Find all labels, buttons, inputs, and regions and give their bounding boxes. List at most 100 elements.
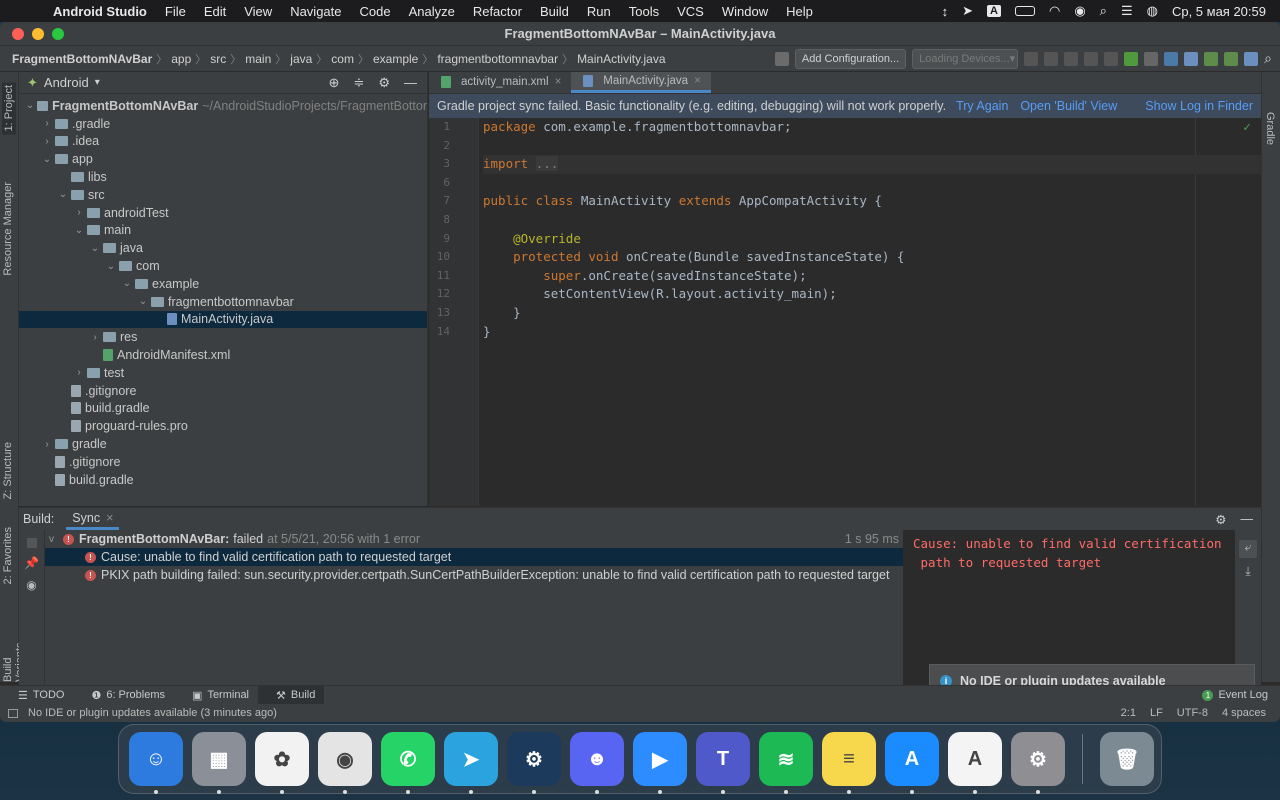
build-error-row[interactable]: ! Cause: unable to find valid certificat… xyxy=(45,548,903,566)
line-number-gutter[interactable]: 1 2 3 6 7 8 9 10 11 12 13 14 xyxy=(429,118,479,506)
dock-trash-icon[interactable]: 🗑 xyxy=(1100,732,1154,786)
tool-tab-structure[interactable]: Z: Structure xyxy=(2,442,14,499)
close-icon[interactable]: × xyxy=(555,76,562,88)
eye-icon[interactable]: ◉ xyxy=(19,578,44,592)
dock-photos-icon[interactable]: ✿ xyxy=(255,732,309,794)
tree-item[interactable]: › gradle xyxy=(19,435,427,453)
tool-tab-todo[interactable]: ☰ TODO xyxy=(0,686,73,705)
menubar-clock[interactable]: Ср, 5 мая 20:59 xyxy=(1172,4,1266,19)
try-again-link[interactable]: Try Again xyxy=(956,99,1008,113)
menu-tools[interactable]: Tools xyxy=(620,4,668,19)
breadcrumb-main[interactable]: main xyxy=(241,52,275,66)
project-view-selector[interactable]: Android xyxy=(44,75,89,90)
tree-item[interactable]: proguard-rules.pro xyxy=(19,417,427,435)
menu-vcs[interactable]: VCS xyxy=(668,4,713,19)
locate-file-icon[interactable]: ⊕ xyxy=(329,75,340,91)
chevron-down-icon[interactable]: ⌄ xyxy=(25,100,35,111)
dock-android-studio-icon[interactable]: A xyxy=(948,732,1002,794)
breadcrumb-app[interactable]: app xyxy=(167,52,195,66)
tree-item[interactable]: ⌄ src xyxy=(19,186,427,204)
menu-build[interactable]: Build xyxy=(531,4,578,19)
menu-help[interactable]: Help xyxy=(777,4,822,19)
tool-tab-project[interactable]: 1: Project xyxy=(2,82,16,135)
code-line[interactable]: public class MainActivity extends AppCom… xyxy=(483,192,1261,211)
menu-navigate[interactable]: Navigate xyxy=(281,4,350,19)
avd-manager-icon[interactable] xyxy=(1204,51,1219,66)
dock-whatsapp-icon[interactable]: ✆ xyxy=(381,732,435,794)
pin-icon[interactable]: 📌 xyxy=(19,556,44,570)
chevron-right-icon[interactable]: › xyxy=(73,207,85,218)
tree-item[interactable]: › res xyxy=(19,328,427,346)
show-log-link[interactable]: Show Log in Finder xyxy=(1145,99,1253,113)
dock-system-preferences-icon[interactable]: ⚙ xyxy=(1011,732,1065,794)
sync-tab[interactable]: Sync × xyxy=(66,508,120,530)
tree-item[interactable]: MainActivity.java xyxy=(19,310,427,329)
collapse-all-icon[interactable]: ≑ xyxy=(353,75,364,91)
event-log-tab[interactable]: 1 Event Log xyxy=(1202,689,1280,701)
add-configuration-button[interactable]: Add Configuration... xyxy=(794,48,907,69)
breadcrumb-com[interactable]: com xyxy=(327,52,358,66)
build-error-row[interactable]: ! PKIX path building failed: sun.securit… xyxy=(45,566,903,584)
tree-item[interactable]: › test xyxy=(19,364,427,382)
breadcrumb-file[interactable]: MainActivity.java xyxy=(573,52,669,66)
keyboard-layout-icon[interactable]: A xyxy=(987,5,1001,17)
code-line[interactable]: super.onCreate(savedInstanceState); xyxy=(483,267,1261,286)
debug-icon[interactable] xyxy=(1044,51,1059,66)
siri-icon[interactable]: ◍ xyxy=(1147,3,1158,19)
tree-item[interactable]: › .idea xyxy=(19,133,427,151)
dock-telegram-icon[interactable]: ➤ xyxy=(444,732,498,794)
indent-setting[interactable]: 4 spaces xyxy=(1222,707,1266,719)
tree-item[interactable]: › androidTest xyxy=(19,204,427,222)
tree-item[interactable]: ⌄ main xyxy=(19,222,427,240)
tool-tab-build[interactable]: ⚒ Build xyxy=(258,685,325,705)
apply-changes-icon[interactable] xyxy=(1064,51,1079,66)
code-line[interactable] xyxy=(483,211,1261,230)
dock-app-store-icon[interactable]: A xyxy=(885,732,939,794)
user-icon[interactable]: ◉ xyxy=(1074,3,1085,19)
tree-item[interactable]: build.gradle xyxy=(19,400,427,418)
file-encoding[interactable]: UTF-8 xyxy=(1177,707,1208,719)
code-line[interactable] xyxy=(483,174,1261,193)
bug-icon[interactable] xyxy=(1124,51,1139,66)
breadcrumb-project[interactable]: FragmentBottomNAvBar xyxy=(8,52,156,66)
hide-panel-icon[interactable]: — xyxy=(404,75,417,91)
stop-icon[interactable] xyxy=(1144,51,1159,66)
chevron-down-icon[interactable]: ⌄ xyxy=(121,278,133,289)
code-line[interactable]: setContentView(R.layout.activity_main); xyxy=(483,285,1261,304)
run-icon[interactable] xyxy=(1024,51,1039,66)
toggle-tool-windows-icon[interactable] xyxy=(8,708,18,718)
structure-icon[interactable] xyxy=(1244,51,1259,66)
telegram-status-icon[interactable]: ➤ xyxy=(962,3,973,19)
menu-refactor[interactable]: Refactor xyxy=(464,4,531,19)
menu-file[interactable]: File xyxy=(156,4,195,19)
code-line[interactable] xyxy=(483,137,1261,156)
tree-item[interactable]: ⌄ fragmentbottomnavbar xyxy=(19,293,427,311)
code-line[interactable]: protected void onCreate(Bundle savedInst… xyxy=(483,248,1261,267)
code-line[interactable]: } xyxy=(483,304,1261,323)
tree-item[interactable]: .gitignore xyxy=(19,453,427,471)
tree-item[interactable]: .gitignore xyxy=(19,382,427,400)
line-separator[interactable]: LF xyxy=(1150,707,1163,719)
build-result-row[interactable]: v ! FragmentBottomNAvBar: failed at 5/5/… xyxy=(45,530,903,548)
code-line[interactable]: package com.example.fragmentbottomnavbar… xyxy=(483,118,1261,137)
breadcrumb-java[interactable]: java xyxy=(286,52,316,66)
menu-app-name[interactable]: Android Studio xyxy=(44,4,156,19)
hide-panel-icon[interactable]: — xyxy=(1241,512,1254,527)
chevron-down-icon[interactable]: ⌄ xyxy=(41,154,53,165)
soft-wrap-icon[interactable]: ⤶ xyxy=(1239,540,1257,558)
chevron-down-icon[interactable]: ⌄ xyxy=(89,243,101,254)
dock-finder-icon[interactable]: ☺ xyxy=(129,732,183,794)
device-selector[interactable]: Loading Devices... ▾ xyxy=(912,48,1019,69)
breadcrumb-example[interactable]: example xyxy=(369,52,422,66)
gear-icon[interactable]: ⚙ xyxy=(378,75,390,91)
dock-spotify-icon[interactable]: ≋ xyxy=(759,732,813,794)
hammer-icon[interactable] xyxy=(774,51,789,66)
chevron-right-icon[interactable]: › xyxy=(73,367,85,378)
dock-steam-icon[interactable]: ⚙ xyxy=(507,732,561,794)
chevron-down-icon[interactable]: ⌄ xyxy=(73,225,85,236)
tree-item[interactable]: ⌄ com xyxy=(19,257,427,275)
tool-tab-problems[interactable]: ❶ 6: Problems xyxy=(73,686,174,705)
dock-teams-icon[interactable]: T xyxy=(696,732,750,794)
menu-analyze[interactable]: Analyze xyxy=(400,4,464,19)
close-icon[interactable]: × xyxy=(694,75,701,87)
